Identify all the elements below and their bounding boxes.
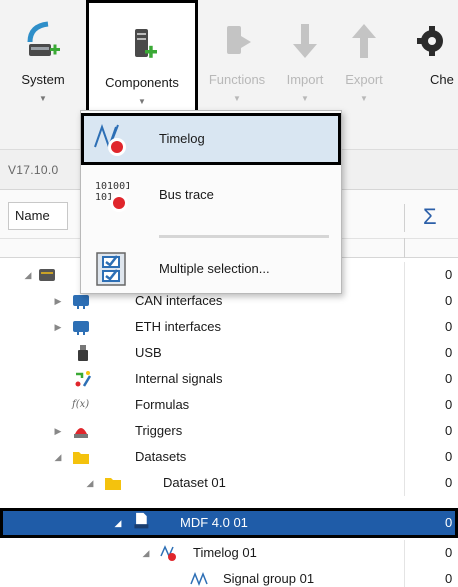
export-arrow-icon [352, 24, 376, 58]
menu-item-multiple-selection[interactable]: Multiple selection... [81, 243, 341, 295]
tree-row-formulas[interactable]: f(x) Formulas 0 [0, 392, 458, 418]
tree-row-datasets[interactable]: ◢ Datasets 0 [0, 444, 458, 470]
tree-row-label: Formulas [135, 397, 190, 412]
tree-row-label: Triggers [135, 423, 183, 438]
system-label: System [21, 72, 65, 87]
export-button[interactable]: Export ▼ [334, 0, 394, 145]
tree-row-label: MDF 4.0 01 [180, 515, 248, 530]
value-divider [404, 418, 405, 444]
collapse-arrow-icon[interactable]: ◢ [84, 470, 96, 496]
components-add-icon [135, 29, 157, 58]
export-label: Export [345, 72, 383, 87]
gear-icon [417, 26, 443, 56]
value-divider [404, 470, 405, 496]
tree-row-label: Dataset 01 [163, 475, 226, 490]
usb-icon [78, 345, 88, 361]
value-divider [404, 444, 405, 470]
tree-row-value: 0 [445, 515, 453, 530]
component-tree: ◢ 0 ▶ CAN interfaces 0 ▶ ETH interfaces … [0, 258, 458, 587]
collapse-arrow-icon[interactable]: ◢ [52, 444, 64, 470]
chevron-down-icon: ▼ [301, 94, 309, 103]
signal-group-icon [190, 571, 208, 587]
tree-row-label: Internal signals [135, 371, 223, 386]
chevron-down-icon: ▼ [39, 94, 47, 103]
system-button[interactable]: System ▼ [0, 0, 86, 145]
tree-row-eth-interfaces[interactable]: ▶ ETH interfaces 0 [0, 314, 458, 340]
collapse-arrow-icon[interactable]: ◢ [22, 262, 34, 288]
tree-row-value: 0 [445, 371, 453, 386]
system-add-icon [27, 21, 60, 56]
value-divider [404, 392, 405, 418]
tree-row-value: 0 [445, 449, 453, 464]
name-column-header[interactable]: Name [8, 202, 68, 230]
timelog-icon [160, 545, 176, 561]
menu-item-label: Timelog [159, 131, 205, 146]
tree-row-mdf-01[interactable]: ◢ MDF 4.0 01 0 [0, 508, 458, 538]
trigger-icon [74, 428, 88, 438]
import-label: Import [286, 72, 324, 87]
folder-icon [105, 478, 121, 490]
value-divider [404, 340, 405, 366]
collapse-arrow-icon[interactable]: ◢ [140, 540, 152, 566]
tree-row-triggers[interactable]: ▶ Triggers 0 [0, 418, 458, 444]
folder-icon [73, 452, 89, 464]
functions-icon [227, 26, 251, 54]
functions-label: Functions [208, 72, 266, 87]
bus-trace-icon: 101001 101 [95, 181, 129, 212]
tree-row-label: ETH interfaces [135, 319, 221, 334]
tree-row-value: 0 [445, 475, 453, 490]
menu-separator [159, 235, 329, 238]
multiple-selection-icon [96, 252, 126, 286]
components-dropdown-menu: Timelog 101001 101 Bus trace Multiple se… [80, 110, 342, 294]
tree-row-value: 0 [445, 571, 453, 586]
import-arrow-icon [293, 24, 317, 58]
chevron-down-icon: ▼ [138, 97, 146, 106]
tree-row-usb[interactable]: USB 0 [0, 340, 458, 366]
tree-row-label: USB [135, 345, 162, 360]
tree-row-internal-signals[interactable]: Internal signals 0 [0, 366, 458, 392]
expand-arrow-icon[interactable]: ▶ [52, 288, 64, 314]
tree-row-value: 0 [445, 293, 453, 308]
chevron-down-icon: ▼ [233, 94, 241, 103]
tree-row-label: Timelog 01 [193, 545, 257, 560]
value-divider [404, 366, 405, 392]
menu-item-label: Multiple selection... [159, 261, 270, 276]
value-divider [404, 540, 405, 566]
formula-icon: f(x) [72, 399, 90, 410]
version-label: V17.10.0 [8, 163, 59, 177]
expand-arrow-icon[interactable]: ▶ [52, 314, 64, 340]
tree-row-label: Signal group 01 [223, 571, 315, 586]
chevron-down-icon: ▼ [360, 94, 368, 103]
tree-row-timelog-01[interactable]: ◢ Timelog 01 0 [0, 540, 458, 566]
tree-row-value: 0 [445, 423, 453, 438]
value-divider [404, 262, 405, 288]
tree-row-value: 0 [445, 319, 453, 334]
column-divider [404, 238, 405, 258]
svg-text:101001: 101001 [95, 181, 129, 192]
tree-row-dataset-01[interactable]: ◢ Dataset 01 0 [0, 470, 458, 496]
eth-icon [73, 321, 89, 335]
timelog-icon [94, 123, 126, 156]
tree-row-signal-group-01[interactable]: Signal group 01 0 [0, 566, 458, 587]
mdf-file-icon [134, 512, 149, 529]
internal-signals-icon [75, 371, 92, 387]
menu-item-timelog[interactable]: Timelog [81, 113, 341, 165]
check-button[interactable]: Che [394, 0, 458, 145]
menu-item-label: Bus trace [159, 187, 214, 202]
value-divider [404, 566, 405, 587]
device-icon [39, 269, 55, 281]
value-divider [404, 314, 405, 340]
sum-column-header[interactable]: Σ [404, 204, 458, 232]
value-divider [404, 288, 405, 314]
tree-row-label: Datasets [135, 449, 187, 464]
tree-row-value: 0 [445, 397, 453, 412]
check-label: Che [430, 72, 454, 87]
tree-row-value: 0 [445, 267, 453, 282]
tree-row-value: 0 [445, 545, 453, 560]
collapse-arrow-icon[interactable]: ◢ [112, 508, 124, 538]
expand-arrow-icon[interactable]: ▶ [52, 418, 64, 444]
components-label: Components [105, 75, 179, 90]
menu-item-bus-trace[interactable]: 101001 101 Bus trace [81, 169, 341, 221]
tree-row-value: 0 [445, 345, 453, 360]
